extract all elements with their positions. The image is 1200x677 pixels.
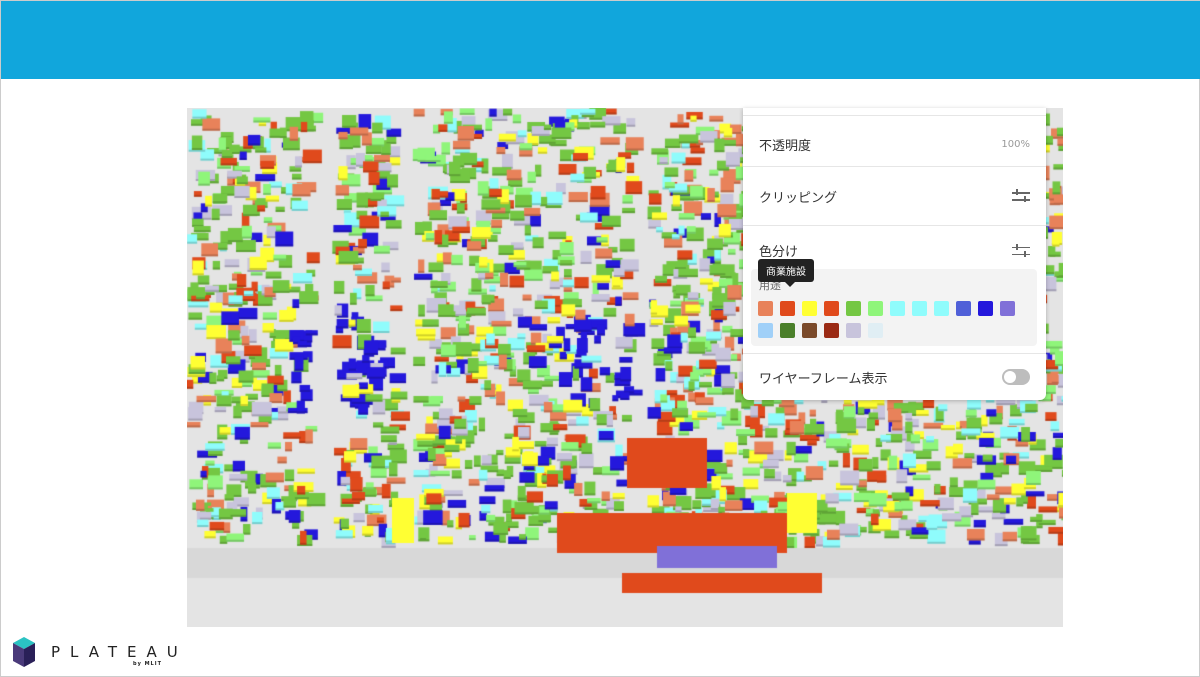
- sliders-icon[interactable]: [1012, 243, 1030, 258]
- wireframe-row: ワイヤーフレーム表示: [743, 353, 1046, 400]
- layer-settings-panel: 不透明度 100% クリッピング 色分け ワイヤーフレーム表示: [743, 108, 1046, 400]
- plateau-cube-icon: [13, 637, 35, 667]
- legend-swatch[interactable]: [890, 301, 905, 316]
- legend-swatch[interactable]: [758, 301, 773, 316]
- brand-sub: by MLIT: [133, 661, 163, 667]
- wireframe-label: ワイヤーフレーム表示: [759, 371, 888, 387]
- legend-swatch[interactable]: [868, 301, 883, 316]
- wireframe-toggle[interactable]: [1002, 369, 1030, 385]
- legend-swatch[interactable]: [802, 323, 817, 338]
- color-by-label: 色分け: [759, 245, 799, 260]
- legend-swatch[interactable]: [934, 301, 949, 316]
- legend-swatch[interactable]: [846, 323, 861, 338]
- opacity-row[interactable]: 不透明度 100%: [743, 115, 1046, 173]
- legend-swatch[interactable]: [780, 301, 795, 316]
- sliders-icon[interactable]: [1012, 189, 1030, 203]
- opacity-value[interactable]: 100%: [1001, 139, 1030, 150]
- legend-swatch[interactable]: [824, 301, 839, 316]
- legend-swatch[interactable]: [912, 301, 927, 316]
- clipping-label: クリッピング: [759, 190, 838, 206]
- legend-swatch[interactable]: [956, 301, 971, 316]
- legend-swatch[interactable]: [758, 323, 773, 338]
- legend-swatch[interactable]: [868, 323, 883, 338]
- legend-swatch[interactable]: [824, 323, 839, 338]
- legend-swatches: [758, 301, 1028, 338]
- legend-swatch[interactable]: [780, 323, 795, 338]
- legend-swatch[interactable]: [978, 301, 993, 316]
- legend-swatch[interactable]: [1000, 301, 1015, 316]
- clipping-row[interactable]: クリッピング: [743, 166, 1046, 225]
- header-bar: [1, 1, 1200, 79]
- plateau-logo: PLATEAU by MLIT: [13, 637, 188, 667]
- legend-tooltip: 商業施設: [758, 259, 814, 287]
- legend-swatch[interactable]: [802, 301, 817, 316]
- legend-swatch[interactable]: [846, 301, 861, 316]
- brand-name: PLATEAU: [51, 643, 188, 661]
- opacity-label: 不透明度: [759, 139, 812, 154]
